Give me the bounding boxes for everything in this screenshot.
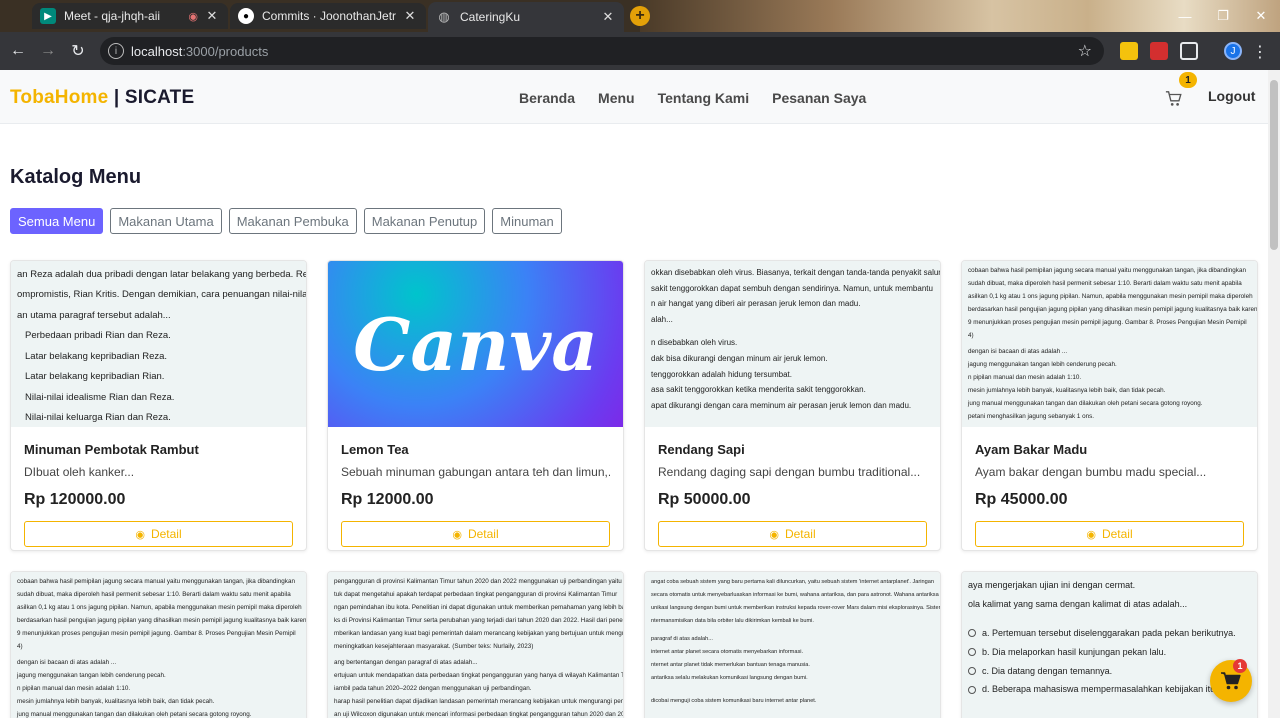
cart-count-badge: 1 [1179, 72, 1197, 88]
product-card: aya mengerjakan ujian ini dengan cermat.… [961, 571, 1258, 718]
eye-icon: ◉ [452, 528, 462, 541]
forward-arrow-icon[interactable]: → [38, 41, 58, 61]
scrollbar-thumb[interactable] [1270, 80, 1278, 250]
globe-icon: ◍ [438, 9, 450, 24]
page-title: Katalog Menu [10, 166, 142, 188]
eye-icon: ◉ [135, 528, 145, 541]
thumb-text: cobaan bahwa hasil pemipilan jagung seca… [968, 267, 1257, 420]
product-name: Lemon Tea [341, 442, 409, 457]
tab-title: Meet - qja-jhqh-aii [64, 9, 161, 23]
page-scrollbar[interactable] [1268, 70, 1280, 718]
floating-cart-badge: 1 [1233, 659, 1247, 673]
close-tab-icon[interactable]: ✕ [600, 9, 616, 25]
recording-icon: ◉ [188, 10, 198, 23]
product-image: cobaan bahwa hasil pemipilan jagung seca… [11, 572, 306, 718]
product-description: Sebuah minuman gabungan antara teh dan l… [341, 465, 610, 479]
filter-minuman[interactable]: Minuman [492, 208, 562, 234]
browser-toolbar: ← → ↻ i localhost:3000/products ☆ [0, 32, 1280, 70]
thumb-text: an Reza adalah dua pribadi dengan latar … [17, 269, 306, 423]
product-card: okkan disebabkan oleh virus. Biasanya, t… [644, 260, 941, 551]
canva-logo: Canva [328, 261, 623, 427]
site-info-icon[interactable]: i [108, 43, 124, 59]
filter-makanan-utama[interactable]: Makanan Utama [110, 208, 222, 234]
site-navbar: TobaHome | SICATE Beranda Menu Tentang K… [0, 70, 1268, 124]
filter-makanan-pembuka[interactable]: Makanan Pembuka [228, 208, 357, 234]
thumb-text: cobaan bahwa hasil pemipilan jagung seca… [17, 578, 306, 718]
product-price: Rp 50000.00 [658, 491, 751, 508]
product-card: pengangguran di provinsi Kalimantan Timu… [327, 571, 624, 718]
product-image: Canva [328, 261, 623, 427]
tab-title: CateringKu [460, 10, 521, 24]
product-image: okkan disebabkan oleh virus. Biasanya, t… [645, 261, 940, 427]
thumb-text: okkan disebabkan oleh virus. Biasanya, t… [651, 268, 940, 410]
cart-icon[interactable] [1165, 90, 1183, 108]
extensions-puzzle-icon[interactable] [1180, 42, 1198, 60]
browser-menu-icon[interactable]: ⋮ [1252, 42, 1268, 62]
product-card: angat coba sebuah sistem yang baru perta… [644, 571, 941, 718]
tab-title: Commits · JoonothanJetr/Tube [262, 9, 396, 23]
filter-makanan-penutup[interactable]: Makanan Penutup [363, 208, 486, 234]
logout-button[interactable]: Logout [1208, 88, 1255, 104]
product-card: cobaan bahwa hasil pemipilan jagung seca… [961, 260, 1258, 551]
product-card: an Reza adalah dua pribadi dengan latar … [10, 260, 307, 551]
product-description: Ayam bakar dengan bumbu madu special... [975, 465, 1207, 479]
bookmark-star-icon[interactable]: ☆ [1078, 41, 1092, 61]
back-arrow-icon[interactable]: ← [8, 41, 28, 61]
product-name: Minuman Pembotak Rambut [24, 442, 199, 457]
restore-icon[interactable]: ❐ [1204, 0, 1242, 32]
profile-avatar[interactable]: J [1224, 42, 1242, 60]
new-tab-button[interactable]: + [630, 6, 650, 26]
detail-button[interactable]: ◉ Detail [975, 521, 1244, 547]
nav-link-beranda[interactable]: Beranda [519, 90, 575, 106]
browser-tab-github[interactable]: ● Commits · JoonothanJetr/Tube ✕ [230, 3, 426, 29]
product-name: Rendang Sapi [658, 442, 745, 457]
browser-tab-meet[interactable]: ▶ Meet - qja-jhqh-aii ◉ ✕ [32, 3, 228, 29]
app-page: TobaHome | SICATE Beranda Menu Tentang K… [0, 70, 1268, 718]
product-card: Canva Lemon Tea Sebuah minuman gabungan … [327, 260, 624, 551]
filter-semua-menu[interactable]: Semua Menu [10, 208, 104, 234]
browser-tab-strip: ▶ Meet - qja-jhqh-aii ◉ ✕ ● Commits · Jo… [0, 0, 1280, 32]
product-image: cobaan bahwa hasil pemipilan jagung seca… [962, 261, 1257, 427]
product-card: cobaan bahwa hasil pemipilan jagung seca… [10, 571, 307, 718]
product-price: Rp 12000.00 [341, 491, 434, 508]
product-description: DIbuat oleh kanker... [24, 465, 135, 479]
detail-button[interactable]: ◉ Detail [24, 521, 293, 547]
product-price: Rp 120000.00 [24, 491, 126, 508]
product-image: angat coba sebuah sistem yang baru perta… [645, 572, 940, 718]
product-image: pengangguran di provinsi Kalimantan Timu… [328, 572, 623, 718]
detail-button[interactable]: ◉ Detail [341, 521, 610, 547]
thumb-text: pengangguran di provinsi Kalimantan Timu… [334, 578, 623, 718]
nav-link-menu[interactable]: Menu [598, 90, 635, 106]
close-tab-icon[interactable]: ✕ [402, 8, 418, 24]
nav-link-tentang-kami[interactable]: Tentang Kami [658, 90, 750, 106]
eye-icon: ◉ [1086, 528, 1096, 541]
brand-logo[interactable]: TobaHome | SICATE [10, 87, 194, 109]
github-icon: ● [238, 8, 254, 24]
eye-icon: ◉ [769, 528, 779, 541]
url-text: localhost:3000/products [131, 44, 269, 59]
category-filter-bar: Semua Menu Makanan Utama Makanan Pembuka… [10, 208, 569, 234]
extension-icon[interactable] [1120, 42, 1138, 60]
detail-button[interactable]: ◉ Detail [658, 521, 927, 547]
product-name: Ayam Bakar Madu [975, 442, 1088, 457]
address-bar[interactable]: i localhost:3000/products ☆ [100, 37, 1104, 65]
thumb-text: angat coba sebuah sistem yang baru perta… [651, 579, 940, 704]
product-image: aya mengerjakan ujian ini dengan cermat.… [962, 572, 1257, 718]
product-image: an Reza adalah dua pribadi dengan latar … [11, 261, 306, 427]
minimize-icon[interactable]: — [1166, 0, 1204, 32]
cart-icon [1221, 672, 1241, 690]
close-window-icon[interactable]: ✕ [1242, 0, 1280, 32]
browser-tab-cateringku[interactable]: ◍ CateringKu ✕ [428, 2, 624, 32]
extension-icon[interactable] [1150, 42, 1168, 60]
reload-icon[interactable]: ↻ [68, 41, 88, 61]
close-tab-icon[interactable]: ✕ [204, 8, 220, 24]
nav-link-pesanan-saya[interactable]: Pesanan Saya [772, 90, 866, 106]
meet-icon: ▶ [40, 8, 56, 24]
product-description: Rendang daging sapi dengan bumbu traditi… [658, 465, 921, 479]
product-price: Rp 45000.00 [975, 491, 1068, 508]
